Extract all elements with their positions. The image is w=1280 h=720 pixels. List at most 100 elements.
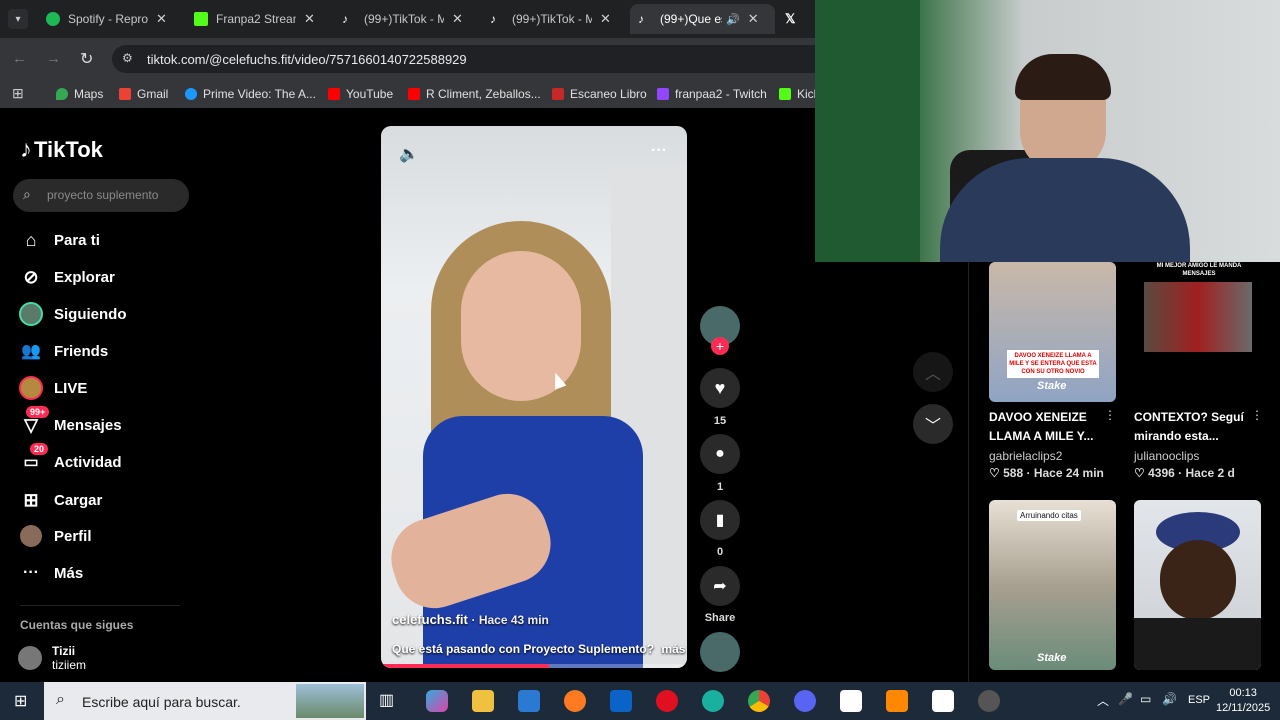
like-button[interactable]: ♥: [700, 368, 740, 408]
following-account[interactable]: Tizii tiziiem: [18, 644, 86, 672]
nav-actividad[interactable]: ▭ 20 Actividad: [18, 443, 122, 475]
nav-perfil[interactable]: Perfil: [18, 523, 92, 549]
search-placeholder: Escribe aquí para buscar.: [82, 694, 241, 710]
nav-mas[interactable]: ··· Más: [18, 560, 83, 586]
obs-icon[interactable]: [978, 690, 1000, 712]
reload-icon[interactable]: ↻: [80, 49, 93, 69]
nav-para-ti[interactable]: ⌂ Para ti: [18, 227, 100, 253]
bookmark-prime[interactable]: Prime Video: The A...: [185, 87, 316, 101]
video-player[interactable]: 🔈 ··· celefuchs.fit · Hace 43 min Que es…: [381, 126, 687, 668]
nav-cargar[interactable]: ⊞ Cargar: [18, 487, 102, 513]
thumb-scene: [1144, 282, 1252, 352]
tab-tiktok-2[interactable]: ♪ (99+)TikTok - Make ✕: [482, 4, 630, 34]
sound-disc-icon[interactable]: [700, 632, 740, 672]
close-icon[interactable]: ✕: [600, 11, 611, 27]
save-button[interactable]: ▮: [700, 500, 740, 540]
video-caption: Que está pasando con Proyecto Suplemento…: [392, 642, 655, 656]
url-text[interactable]: tiktok.com/@celefuchs.fit/video/75716601…: [147, 52, 467, 67]
copilot-icon[interactable]: [426, 690, 448, 712]
back-icon[interactable]: ←: [12, 50, 27, 67]
discord-icon[interactable]: [794, 690, 816, 712]
chevron-up-icon[interactable]: ︿: [1097, 692, 1109, 709]
related-thumb-4[interactable]: [1134, 500, 1261, 670]
follow-plus-icon[interactable]: +: [711, 337, 729, 355]
volume-icon[interactable]: 🔈: [399, 144, 419, 164]
close-icon[interactable]: ✕: [748, 11, 759, 27]
bookmark-youtube[interactable]: YouTube: [328, 87, 393, 101]
tab-strip: ▾ Spotify - Reproductor ✕ Franpa2 Stream…: [0, 0, 815, 38]
nav-explorar[interactable]: ⊘ Explorar: [18, 264, 114, 290]
more-options-icon[interactable]: ···: [651, 142, 667, 160]
taskbar-search-input[interactable]: ⌕ Escribe aquí para buscar.: [44, 682, 366, 720]
vlc-icon[interactable]: [886, 690, 908, 712]
search-input[interactable]: ⌕ proyecto suplemento: [13, 179, 189, 212]
progress-track[interactable]: [381, 664, 687, 668]
microphone-icon[interactable]: 🎤: [1118, 692, 1133, 706]
bookmark-kick[interactable]: Kick: [779, 87, 820, 101]
share-button[interactable]: ➦: [700, 566, 740, 606]
language-indicator[interactable]: ESP: [1188, 694, 1210, 706]
outlook-icon[interactable]: [610, 690, 632, 712]
file-explorer-icon[interactable]: [472, 690, 494, 712]
more-options-icon[interactable]: ⋮: [1251, 408, 1263, 422]
network-icon[interactable]: ▭: [1140, 692, 1151, 706]
save-count: 0: [716, 546, 724, 558]
tiktok-icon: ♪: [342, 12, 348, 26]
related-title[interactable]: DAVOO XENEIZE LLAMA A MILE Y...: [989, 408, 1107, 446]
related-thumb-1[interactable]: DAVOO XENEIZE LLAMA A MILE Y SE ENTERA Q…: [989, 262, 1116, 402]
next-video-button[interactable]: ﹀: [913, 404, 953, 444]
nav-siguiendo[interactable]: Siguiendo: [18, 301, 127, 327]
opera-icon[interactable]: [656, 690, 678, 712]
bookmark-climent[interactable]: R Climent, Zeballos...: [408, 87, 541, 101]
more-options-icon[interactable]: ⋮: [1104, 408, 1116, 422]
chevron-up-icon: ︿: [924, 366, 941, 383]
tiktok-logo[interactable]: ♪ TikTok: [20, 136, 103, 164]
microsoft-store-icon[interactable]: [518, 690, 540, 712]
nav-mensajes[interactable]: ▽ 99+ Mensajes: [18, 406, 122, 438]
app-icon[interactable]: [840, 690, 862, 712]
bookmark-escaneo[interactable]: Escaneo Libro: [552, 87, 647, 101]
clock[interactable]: 00:13 12/11/2025: [1216, 686, 1270, 716]
related-author[interactable]: gabrielaclips2: [989, 449, 1062, 463]
firefox-icon[interactable]: [564, 690, 586, 712]
chrome-icon[interactable]: [748, 690, 770, 712]
comment-button[interactable]: ●: [700, 434, 740, 474]
close-icon[interactable]: ✕: [452, 11, 463, 27]
video-author-line: celefuchs.fit · Hace 43 min: [392, 612, 549, 627]
apps-grid-icon[interactable]: ⊞: [12, 85, 24, 102]
address-bar[interactable]: ⚙ tiktok.com/@celefuchs.fit/video/757166…: [112, 45, 815, 73]
kick-icon: [779, 88, 791, 100]
app-icon-2[interactable]: [932, 690, 954, 712]
previous-video-button[interactable]: ︿: [913, 352, 953, 392]
task-view-icon[interactable]: ▥: [379, 690, 401, 712]
site-settings-icon[interactable]: ⚙: [122, 51, 133, 65]
tab-spotify[interactable]: Spotify - Reproductor ✕: [38, 4, 186, 34]
bookmark-gmail[interactable]: Gmail: [119, 87, 168, 101]
logo-text: TikTok: [34, 137, 103, 162]
tab-search-button[interactable]: ▾: [8, 9, 28, 29]
related-videos-panel: DAVOO XENEIZE LLAMA A MILE Y SE ENTERA Q…: [968, 262, 1280, 682]
related-thumb-3[interactable]: Arruinando citas Stake: [989, 500, 1116, 670]
tab-tiktok-active[interactable]: ♪ (99+)Que está 🔊 ✕: [630, 4, 775, 34]
nav-live[interactable]: LIVE: [18, 375, 87, 401]
bookmark-twitch[interactable]: franpaa2 - Twitch: [657, 87, 767, 101]
related-title[interactable]: CONTEXTO? Seguí mirando esta...: [1134, 408, 1252, 446]
bookmark-maps[interactable]: Maps: [56, 87, 103, 101]
account-handle: tiziiem: [52, 658, 87, 672]
edge-icon[interactable]: [702, 690, 724, 712]
spotify-icon: [46, 12, 60, 26]
volume-icon[interactable]: 🔊: [1162, 692, 1177, 706]
related-thumb-2[interactable]: MI MEJOR AMIGO LE MANDA MENSAJES: [1134, 262, 1261, 402]
caption-more-link[interactable]: más: [661, 642, 685, 656]
x-icon[interactable]: 𝕏: [785, 11, 795, 27]
related-author[interactable]: julianooclips: [1134, 449, 1199, 463]
tab-kick[interactable]: Franpa2 Stream ✕: [186, 4, 334, 34]
close-icon[interactable]: ✕: [304, 11, 315, 27]
windows-start-icon[interactable]: ⊞: [14, 691, 27, 711]
nav-friends[interactable]: 👥 Friends: [18, 338, 108, 364]
forward-icon[interactable]: →: [46, 50, 61, 67]
speaker-icon[interactable]: 🔊: [726, 13, 740, 26]
tab-tiktok-1[interactable]: ♪ (99+)TikTok - Make ✕: [334, 4, 482, 34]
video-author[interactable]: celefuchs.fit: [392, 612, 468, 627]
close-icon[interactable]: ✕: [156, 11, 167, 27]
